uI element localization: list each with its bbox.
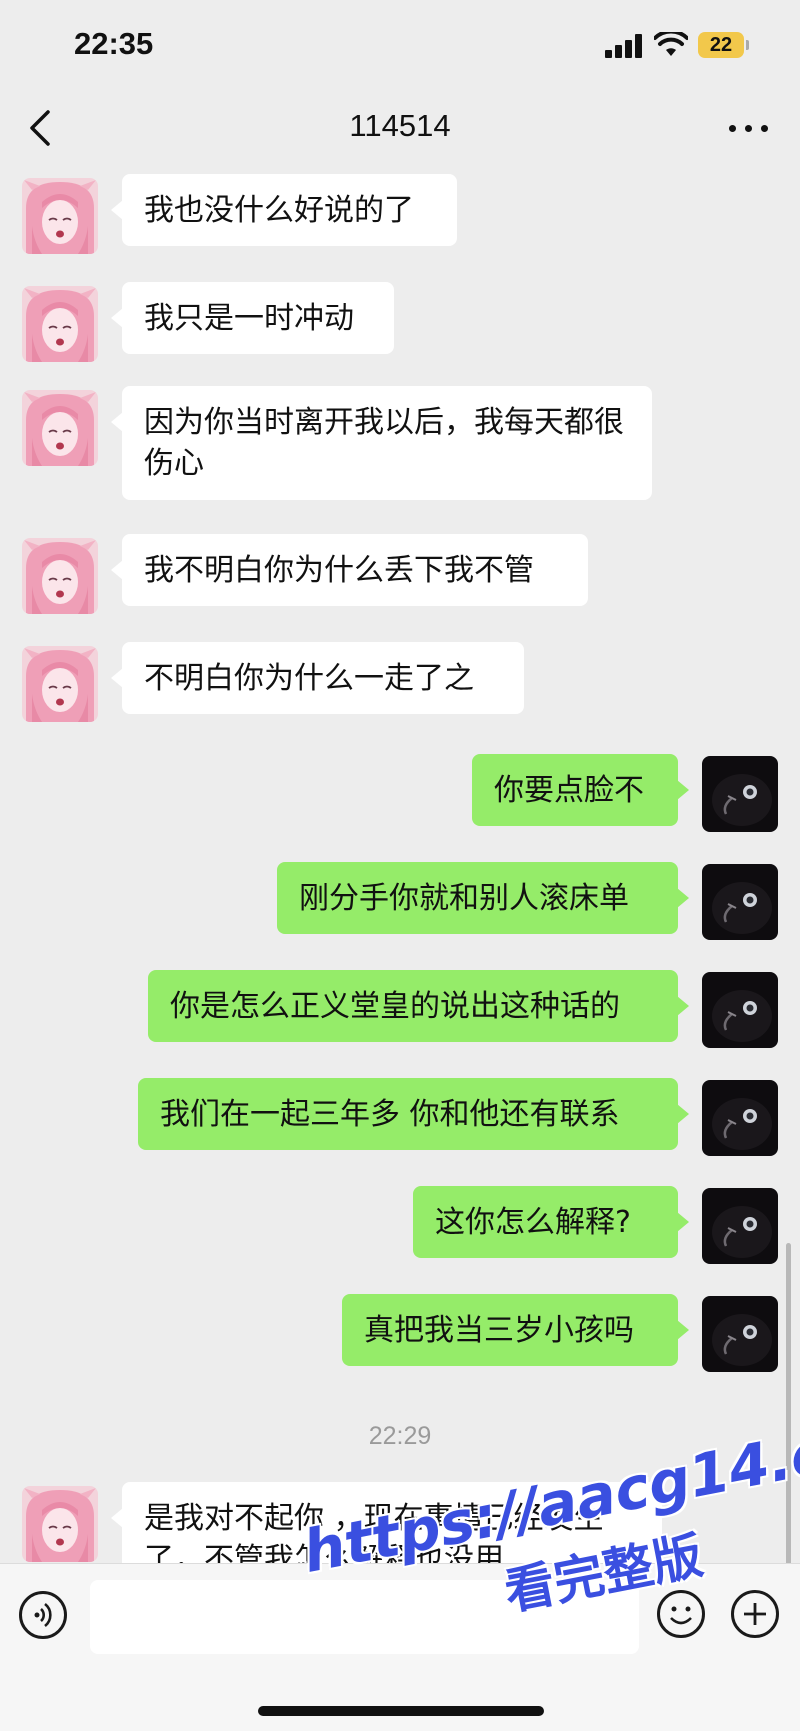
voice-icon[interactable] — [19, 1591, 67, 1639]
emoji-icon[interactable] — [657, 1590, 705, 1638]
home-indicator[interactable] — [258, 1706, 544, 1716]
user-avatar[interactable] — [702, 972, 778, 1048]
more-horizontal-icon[interactable] — [726, 116, 772, 140]
chat-area[interactable]: 我也没什么好说的了 我只是一时冲动 因为你当时离开我以后，我每天都很伤心 我不明… — [0, 168, 800, 1563]
signal-icon — [605, 34, 645, 58]
scrollbar[interactable] — [786, 1243, 791, 1563]
contact-avatar[interactable] — [22, 538, 98, 614]
message-bubble[interactable]: 真把我当三岁小孩吗 — [342, 1294, 689, 1366]
battery-level: 22 — [709, 34, 733, 56]
contact-avatar[interactable] — [22, 646, 98, 722]
user-avatar[interactable] — [702, 1080, 778, 1156]
nav-bar: 114514 — [0, 92, 800, 168]
contact-avatar[interactable] — [22, 390, 98, 466]
user-avatar[interactable] — [702, 1188, 778, 1264]
battery-icon: 22 — [698, 32, 744, 58]
message-bubble[interactable]: 刚分手你就和别人滚床单 — [277, 862, 689, 934]
wifi-icon — [654, 32, 688, 56]
message-input[interactable] — [90, 1580, 639, 1654]
message-bubble[interactable]: 因为你当时离开我以后，我每天都很伤心 — [111, 386, 652, 500]
message-bubble[interactable]: 我不明白你为什么丢下我不管 — [111, 534, 588, 606]
input-bar — [0, 1563, 800, 1731]
contact-avatar[interactable] — [22, 286, 98, 362]
plus-icon[interactable] — [731, 1590, 779, 1638]
message-bubble[interactable]: 我只是一时冲动 — [111, 282, 394, 354]
message-bubble[interactable]: 这你怎么解释? — [413, 1186, 689, 1258]
message-bubble[interactable]: 你要点脸不 — [472, 754, 689, 826]
message-timestamp: 22:29 — [368, 1422, 432, 1450]
contact-avatar[interactable] — [22, 1486, 98, 1562]
user-avatar[interactable] — [702, 756, 778, 832]
contact-avatar[interactable] — [22, 178, 98, 254]
user-avatar[interactable] — [702, 1296, 778, 1372]
chat-title: 114514 — [349, 108, 451, 143]
message-bubble[interactable]: 我也没什么好说的了 — [111, 174, 457, 246]
message-bubble[interactable]: 我们在一起三年多 你和他还有联系 — [138, 1078, 689, 1150]
user-avatar[interactable] — [702, 864, 778, 940]
status-time: 22:35 — [74, 26, 154, 61]
message-bubble[interactable]: 是我对不起你 ，现在事情已经发生了，不管我怎么解释也没用 — [111, 1482, 662, 1563]
message-bubble[interactable]: 你是怎么正义堂皇的说出这种话的 — [148, 970, 689, 1042]
battery-tip — [746, 40, 749, 50]
message-bubble[interactable]: 不明白你为什么一走了之 — [111, 642, 524, 714]
status-bar: 22:35 22 — [0, 0, 800, 92]
